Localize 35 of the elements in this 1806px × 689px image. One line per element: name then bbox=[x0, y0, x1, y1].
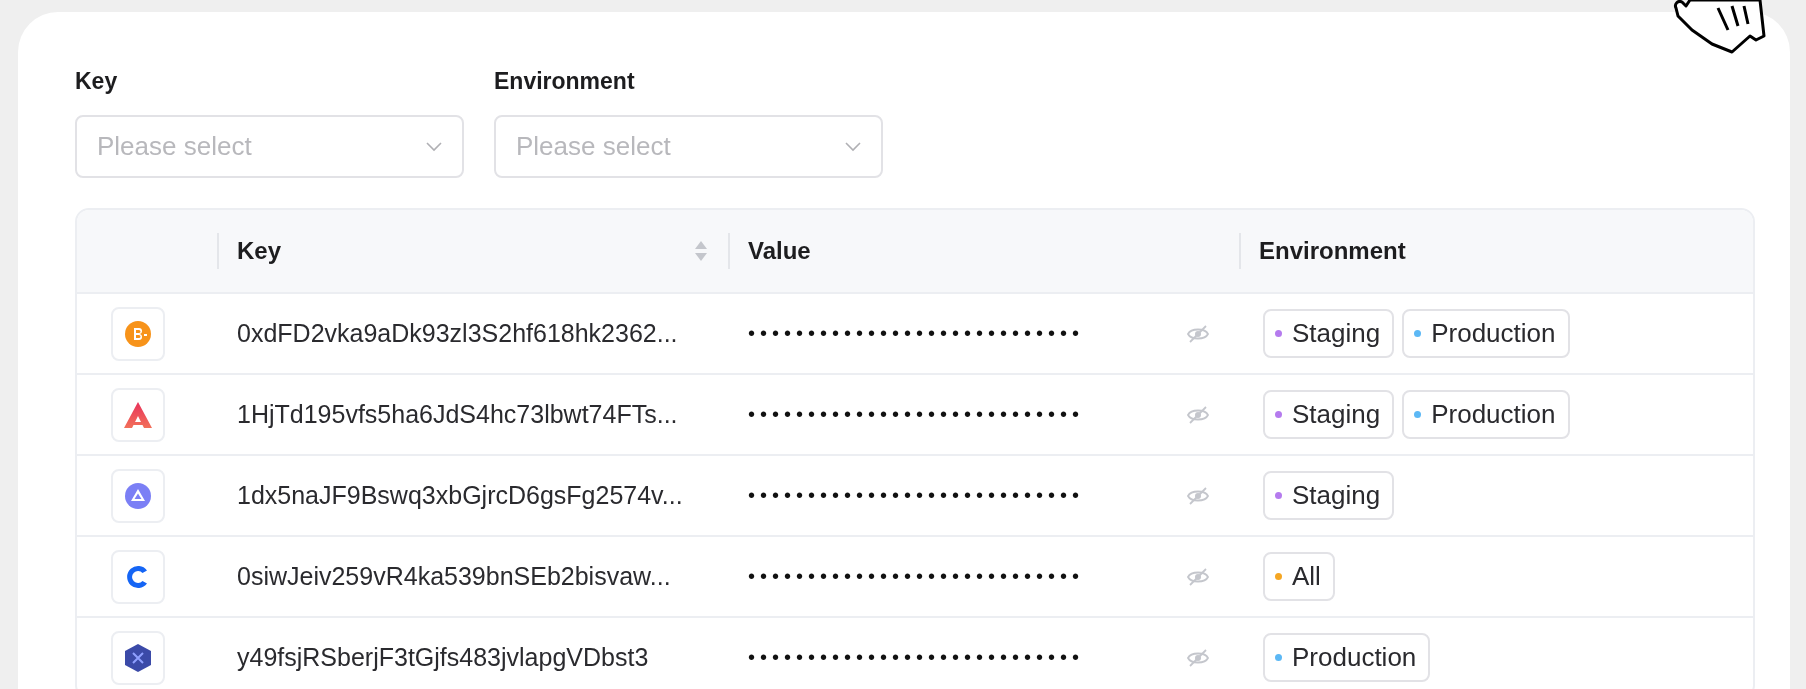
key-cell-text: 1HjTd195vfs5ha6JdS4hc73lbwt74FTs... bbox=[236, 400, 679, 429]
filter-label: Environment bbox=[494, 68, 636, 95]
hexagon-icon bbox=[125, 643, 151, 672]
masked-value: •••••••••••••••••••••••••••• bbox=[748, 322, 1085, 345]
column-header[interactable]: Key bbox=[217, 233, 728, 269]
environment-tag: Production bbox=[1402, 390, 1570, 439]
chevron-down-icon bbox=[845, 141, 861, 152]
triangle-icon bbox=[124, 401, 152, 428]
chevron-down-icon bbox=[426, 141, 442, 152]
select-field[interactable]: Please select bbox=[494, 115, 883, 178]
sort-icon bbox=[694, 240, 708, 262]
environment-tag: Production bbox=[1402, 309, 1570, 358]
eye-off-icon[interactable] bbox=[1187, 486, 1209, 505]
key-cell-text: 0xdFD2vka9aDk93zl3S2hf618hk2362... bbox=[236, 319, 679, 348]
eye-off-icon[interactable] bbox=[1187, 324, 1209, 343]
column-header: Value bbox=[728, 233, 1239, 269]
select-field[interactable]: Please select bbox=[75, 115, 464, 178]
environment-tag: All bbox=[1263, 552, 1335, 601]
coin-icon bbox=[125, 320, 151, 347]
environment-tag: Staging bbox=[1263, 390, 1395, 439]
key-cell-text: 1dx5naJF9Bswq3xbGjrcD6gsFg2574v... bbox=[236, 481, 684, 510]
eye-off-icon[interactable] bbox=[1187, 648, 1209, 667]
environment-tag: Staging bbox=[1263, 309, 1395, 358]
masked-value: •••••••••••••••••••••••••••• bbox=[748, 484, 1085, 507]
key-cell-text: y49fsjRSberjF3tGjfs483jvlapgVDbst3 bbox=[236, 643, 650, 672]
masked-value: •••••••••••••••••••••••••••• bbox=[748, 646, 1085, 669]
masked-value: •••••••••••••••••••••••••••• bbox=[748, 403, 1085, 426]
environment-tag: Staging bbox=[1263, 471, 1395, 520]
eye-off-icon[interactable] bbox=[1187, 405, 1209, 424]
column-header: Environment bbox=[1239, 233, 1753, 269]
filter-label: Key bbox=[75, 68, 119, 95]
eye-off-icon[interactable] bbox=[1187, 567, 1209, 586]
key-cell-text: 0siwJeiv259vR4ka539bnSEb2bisvaw... bbox=[236, 562, 672, 591]
masked-value: •••••••••••••••••••••••••••• bbox=[748, 565, 1085, 588]
environment-tag: Production bbox=[1263, 633, 1431, 682]
